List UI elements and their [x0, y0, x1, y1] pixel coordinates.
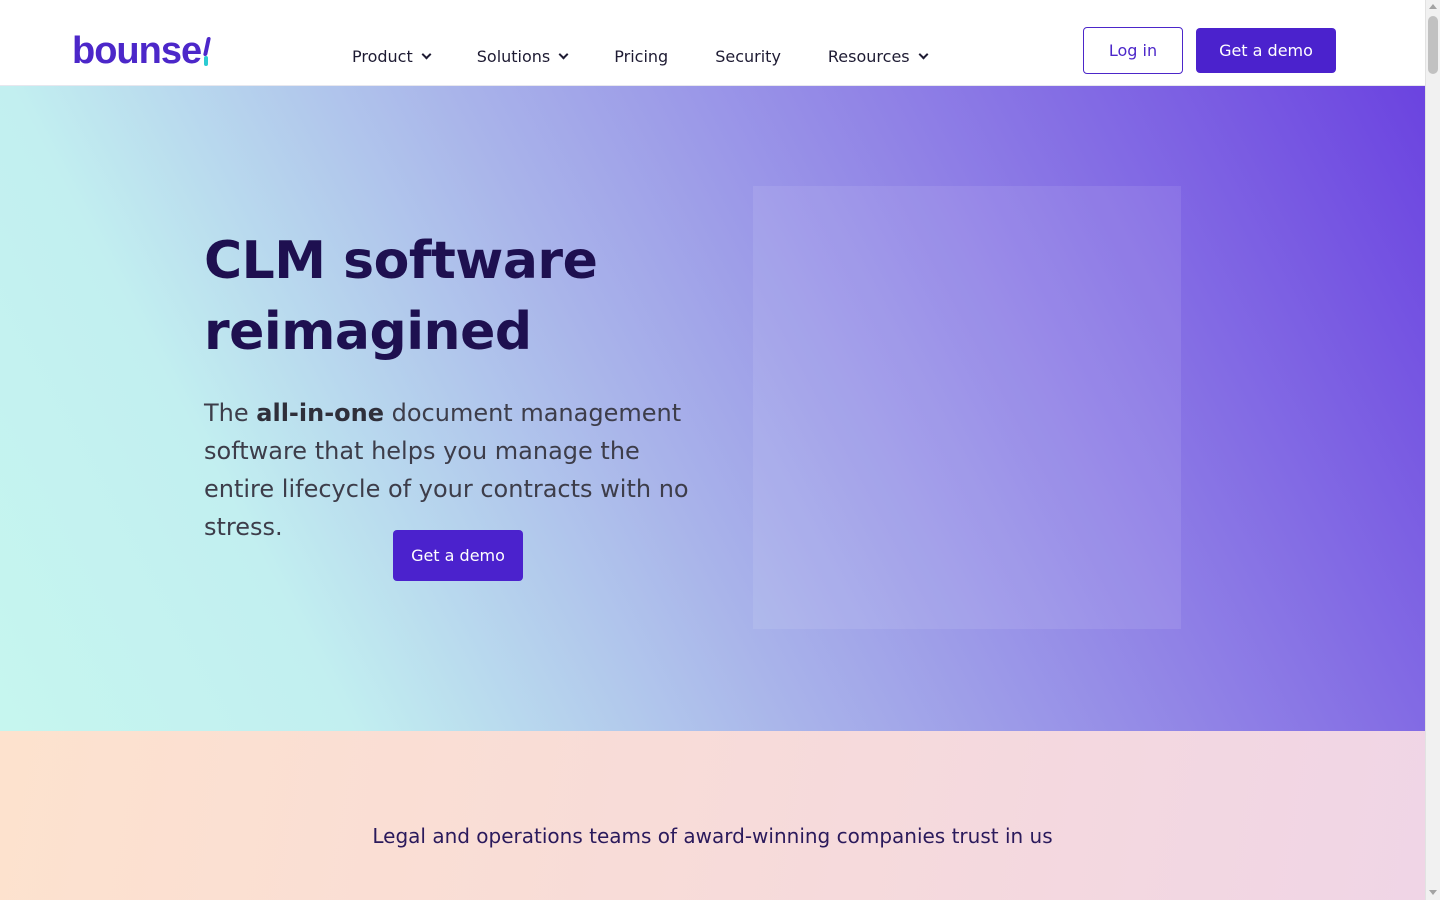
nav-item-label: Security [715, 46, 781, 66]
login-button[interactable]: Log in [1083, 27, 1183, 74]
get-demo-button-hero[interactable]: Get a demo [393, 530, 523, 581]
hero-subtitle-highlight: all-in-one [256, 399, 384, 427]
get-demo-button-header[interactable]: Get a demo [1196, 28, 1336, 73]
scroll-up-arrow-icon[interactable] [1429, 4, 1437, 9]
main-nav: Product Solutions Pricing Security Resou… [352, 44, 974, 68]
nav-item-security[interactable]: Security [715, 47, 781, 66]
logo-text: bounse [72, 30, 202, 72]
hero-subtitle-prefix: The [204, 399, 257, 427]
hero-section: CLM software reimagined The all-in-one d… [0, 86, 1425, 731]
scroll-down-arrow-icon[interactable] [1429, 890, 1437, 895]
chevron-down-icon [558, 49, 569, 59]
bounsel-logo[interactable]: bounse [72, 30, 212, 72]
hero-title-line-2: reimagined [204, 302, 532, 362]
nav-item-resources[interactable]: Resources [827, 46, 929, 66]
site-header: bounse Product Solutions Pricing Securit… [0, 0, 1425, 86]
trust-section: Legal and operations teams of award-winn… [0, 731, 1425, 900]
hero-subtitle: The all-in-one document management softw… [204, 394, 704, 546]
hero-title-line-1: CLM software [204, 231, 598, 291]
trust-heading: Legal and operations teams of award-winn… [372, 824, 1053, 848]
chevron-down-icon [421, 49, 432, 59]
chevron-down-icon [918, 49, 929, 59]
nav-item-label: Pricing [614, 46, 669, 66]
nav-item-product[interactable]: Product [352, 46, 432, 66]
hero-title: CLM software reimagined [204, 226, 724, 368]
nav-item-solutions[interactable]: Solutions [476, 46, 569, 66]
scrollbar-thumb[interactable] [1428, 16, 1438, 74]
nav-item-pricing[interactable]: Pricing [614, 47, 668, 66]
nav-item-label: Product [352, 46, 413, 66]
hero-media-placeholder [753, 186, 1181, 629]
logo-mark-icon [202, 34, 212, 68]
page-scrollbar[interactable] [1425, 0, 1440, 900]
nav-item-label: Solutions [476, 46, 551, 66]
nav-item-label: Resources [827, 46, 910, 66]
